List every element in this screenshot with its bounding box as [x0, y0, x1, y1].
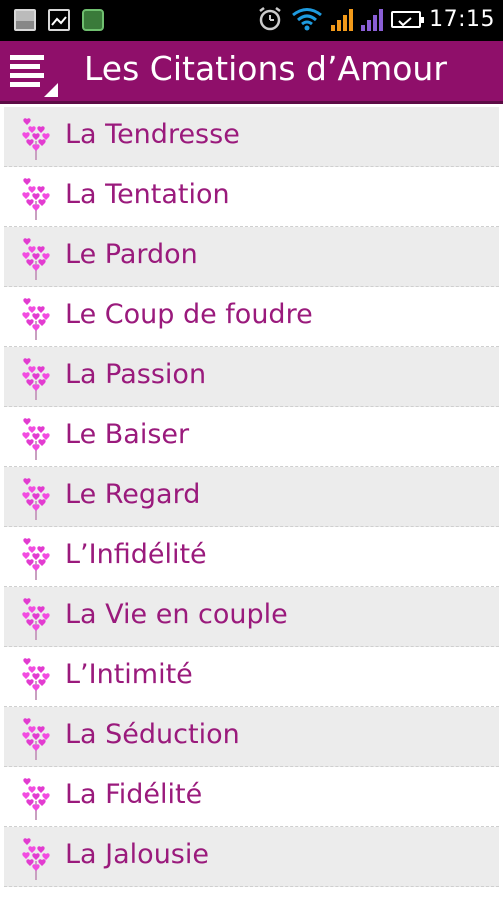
list-item-label: La Tendresse	[65, 119, 240, 150]
list-item-label: La Tentation	[65, 179, 230, 210]
heart-bouquet-icon	[22, 298, 50, 340]
list-item[interactable]: La Passion	[4, 347, 499, 407]
heart-bouquet-icon	[22, 718, 50, 760]
list-item-label: L’Infidélité	[65, 539, 207, 570]
heart-bouquet-icon	[22, 838, 50, 880]
menu-icon[interactable]	[8, 53, 60, 97]
wifi-icon	[292, 8, 323, 31]
signal-icon-2	[361, 7, 384, 31]
gallery-icon	[48, 9, 70, 31]
heart-bouquet-icon	[22, 658, 50, 700]
list-item[interactable]: La Tentation	[4, 167, 499, 227]
status-bar: 17:15	[0, 0, 503, 41]
alarm-icon	[259, 7, 281, 31]
list-item[interactable]: La Fidélité	[4, 767, 499, 827]
list-item[interactable]: La Tendresse	[4, 107, 499, 167]
heart-bouquet-icon	[22, 478, 50, 520]
page-title: Les Citations d’Amour	[84, 49, 447, 88]
list-item[interactable]: La Jalousie	[4, 827, 499, 887]
action-bar: Les Citations d’Amour	[0, 41, 503, 104]
list-item-label: Le Baiser	[65, 419, 190, 450]
list-item[interactable]: L’Infidélité	[4, 527, 499, 587]
list-item[interactable]: Le Coup de foudre	[4, 287, 499, 347]
list-item-label: Le Pardon	[65, 239, 198, 270]
heart-bouquet-icon	[22, 178, 50, 220]
signal-icon	[331, 7, 354, 31]
battery-icon	[391, 10, 425, 28]
list-item-label: La Séduction	[65, 719, 240, 750]
heart-bouquet-icon	[22, 418, 50, 460]
list-item[interactable]: La Séduction	[4, 707, 499, 767]
list-item-label: Le Regard	[65, 479, 201, 510]
list-item-label: La Jalousie	[65, 839, 209, 870]
heart-bouquet-icon	[22, 778, 50, 820]
status-time: 17:15	[429, 6, 495, 32]
list-item[interactable]: L’Intimité	[4, 647, 499, 707]
list-item[interactable]: La Vie en couple	[4, 587, 499, 647]
list-item[interactable]: Le Pardon	[4, 227, 499, 287]
notification-icons	[14, 9, 104, 31]
image-notification-icon	[14, 9, 36, 31]
heart-bouquet-icon	[22, 538, 50, 580]
category-list: La Tendresse La Tentation Le Pardon Le C…	[0, 107, 503, 887]
heart-bouquet-icon	[22, 238, 50, 280]
heart-bouquet-icon	[22, 358, 50, 400]
heart-bouquet-icon	[22, 118, 50, 160]
list-item-label: La Fidélité	[65, 779, 203, 810]
list-item-label: La Vie en couple	[65, 599, 288, 630]
list-item-label: La Passion	[65, 359, 207, 390]
system-icons: 17:15	[257, 6, 495, 32]
list-item[interactable]: Le Regard	[4, 467, 499, 527]
list-item[interactable]: Le Baiser	[4, 407, 499, 467]
list-item-label: L’Intimité	[65, 659, 193, 690]
list-item-label: Le Coup de foudre	[65, 299, 313, 330]
heart-bouquet-icon	[22, 598, 50, 640]
app-notification-icon	[82, 9, 104, 31]
